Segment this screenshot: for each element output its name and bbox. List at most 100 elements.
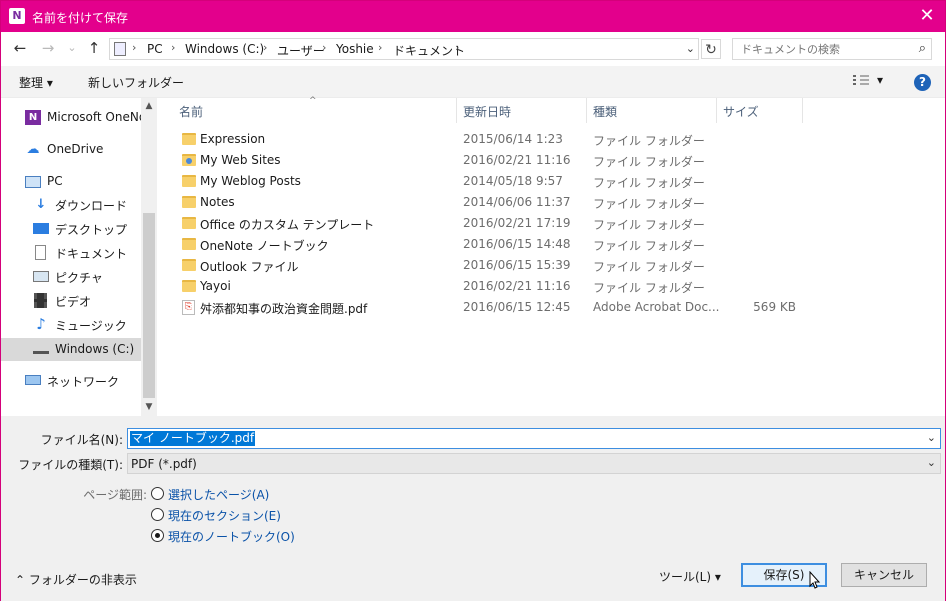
filetype-value: PDF (*.pdf) — [131, 457, 197, 471]
command-toolbar: 整理 ▾ 新しいフォルダー ▾ ? — [1, 66, 945, 98]
radio-circle-checked[interactable] — [151, 529, 164, 542]
videos-icon — [34, 293, 47, 308]
recent-locations-chevron-icon[interactable]: ⌄ — [63, 39, 81, 57]
chevron-right-icon: › — [455, 41, 460, 54]
file-type: ファイル フォルダー — [593, 176, 705, 190]
sidebar-item-onedrive[interactable]: ☁ OneDrive — [1, 138, 141, 161]
column-header-name[interactable]: 名前 — [173, 98, 457, 123]
location-icon — [114, 42, 126, 56]
file-list: ^ 名前 更新日時 種類 サイズ Expression 2015/06/14 1… — [157, 96, 945, 416]
web-folder-icon — [182, 154, 196, 166]
sidebar-item-pictures[interactable]: ピクチャ — [1, 265, 141, 288]
sidebar-item-downloads[interactable]: ↓ ダウンロード — [1, 193, 141, 216]
radio-label: 現在のノートブック(O) — [168, 530, 295, 544]
column-header-label: サイズ — [723, 105, 759, 119]
filename-dropdown-icon[interactable]: ⌄ — [927, 431, 936, 444]
table-row[interactable]: Notes 2014/06/06 11:37 ファイル フォルダー — [157, 192, 945, 213]
file-type: Adobe Acrobat Doc... — [593, 300, 720, 314]
view-dropdown-icon[interactable]: ▾ — [877, 73, 883, 87]
table-row[interactable]: My Web Sites 2016/02/21 11:16 ファイル フォルダー — [157, 150, 945, 171]
column-header-type[interactable]: 種類 — [587, 98, 717, 123]
table-row[interactable]: My Weblog Posts 2014/05/18 9:57 ファイル フォル… — [157, 171, 945, 192]
network-icon — [25, 375, 41, 385]
scroll-down-icon[interactable]: ▼ — [141, 399, 157, 416]
refresh-icon[interactable]: ↻ — [701, 39, 721, 59]
view-options-icon[interactable] — [853, 75, 869, 88]
tools-dropdown[interactable]: ツール(L) ▾ — [659, 568, 721, 585]
filetype-label: ファイルの種類(T): — [18, 458, 123, 472]
navigation-bar: ← → ⌄ ↑ › PC › Windows (C:) › ユーザー › Yos… — [1, 32, 945, 66]
sidebar-item-desktop[interactable]: デスクトップ — [1, 217, 141, 240]
sidebar-item-label: ダウンロード — [55, 199, 128, 213]
sidebar-item-documents[interactable]: ドキュメント — [1, 241, 141, 264]
column-header-size[interactable]: サイズ — [717, 98, 803, 123]
column-header-modified[interactable]: 更新日時 — [457, 98, 587, 123]
folder-icon — [182, 133, 196, 145]
radio-circle[interactable] — [151, 508, 164, 521]
file-name: Office のカスタム テンプレート — [200, 218, 375, 232]
forward-arrow-icon[interactable]: → — [39, 39, 57, 57]
sidebar-item-windows-c[interactable]: Windows (C:) — [1, 338, 141, 361]
file-type: ファイル フォルダー — [593, 260, 705, 274]
filename-field[interactable]: マイ ノートブック.pdf ⌄ — [127, 428, 941, 449]
title-bar: N 名前を付けて保存 ✕ — [1, 1, 945, 32]
file-type: ファイル フォルダー — [593, 155, 705, 169]
navigation-pane: N Microsoft OneNote ☁ OneDrive PC ↓ ダウンロ… — [1, 98, 157, 416]
folder-icon — [182, 259, 196, 271]
column-header-label: 種類 — [593, 105, 618, 119]
sidebar-item-network[interactable]: ネットワーク — [1, 369, 141, 392]
file-modified: 2016/02/21 17:19 — [463, 216, 571, 230]
sidebar-item-videos[interactable]: ビデオ — [1, 289, 141, 312]
music-icon: ♪ — [36, 315, 46, 333]
file-name: OneNote ノートブック — [200, 239, 329, 253]
sidebar-item-pc[interactable]: PC — [1, 170, 141, 193]
address-bar[interactable]: › PC › Windows (C:) › ユーザー › Yoshie › ドキ… — [109, 38, 699, 60]
radio-circle[interactable] — [151, 487, 164, 500]
breadcrumb-yoshie[interactable]: Yoshie — [336, 42, 374, 56]
folder-icon — [182, 196, 196, 208]
back-arrow-icon[interactable]: ← — [11, 39, 29, 57]
file-name: 舛添都知事の政治資金問題.pdf — [200, 302, 368, 316]
close-icon[interactable]: ✕ — [915, 5, 939, 27]
file-name: My Weblog Posts — [200, 174, 301, 188]
folder-icon — [182, 217, 196, 229]
table-row[interactable]: Outlook ファイル 2016/06/15 15:39 ファイル フォルダー — [157, 255, 945, 276]
search-box[interactable]: ⌕ — [732, 38, 932, 60]
file-modified: 2014/05/18 9:57 — [463, 174, 563, 188]
breadcrumb-windows-c[interactable]: Windows (C:) — [185, 42, 264, 56]
up-arrow-icon[interactable]: ↑ — [85, 39, 103, 57]
file-type: ファイル フォルダー — [593, 218, 705, 232]
onenote-app-icon: N — [9, 8, 25, 24]
scroll-up-icon[interactable]: ▲ — [141, 98, 157, 115]
chevron-right-icon: › — [263, 41, 268, 54]
cancel-button[interactable]: キャンセル — [841, 563, 927, 587]
sidebar-item-music[interactable]: ♪ ミュージック — [1, 313, 141, 336]
new-folder-button[interactable]: 新しいフォルダー — [88, 74, 184, 91]
table-row[interactable]: Yayoi 2016/02/21 11:16 ファイル フォルダー — [157, 276, 945, 297]
help-icon[interactable]: ? — [914, 74, 931, 91]
organize-button[interactable]: 整理 ▾ — [19, 74, 53, 91]
folder-icon — [182, 238, 196, 250]
table-row[interactable]: Expression 2015/06/14 1:23 ファイル フォルダー — [157, 129, 945, 150]
filename-input[interactable]: マイ ノートブック.pdf — [130, 431, 256, 446]
filetype-select[interactable]: PDF (*.pdf) ⌄ — [127, 453, 941, 474]
address-dropdown-icon[interactable]: ⌄ — [686, 42, 695, 55]
folder-icon — [182, 280, 196, 292]
chevron-right-icon: › — [132, 41, 137, 54]
chevron-right-icon: › — [378, 41, 383, 54]
scrollbar-thumb[interactable] — [143, 213, 155, 398]
search-icon[interactable]: ⌕ — [919, 41, 926, 56]
sidebar-item-onenote[interactable]: N Microsoft OneNote — [1, 106, 157, 129]
search-input[interactable] — [733, 39, 909, 59]
hide-folders-button[interactable]: ⌃ フォルダーの非表示 — [15, 571, 137, 588]
table-row[interactable]: Office のカスタム テンプレート 2016/02/21 17:19 ファイ… — [157, 213, 945, 234]
breadcrumb-pc[interactable]: PC — [147, 42, 163, 56]
navigation-scrollbar[interactable]: ▲ ▼ — [141, 98, 157, 416]
breadcrumb-users[interactable]: ユーザー — [277, 42, 325, 59]
pdf-icon: ⎘ — [182, 300, 195, 315]
table-row[interactable]: OneNote ノートブック 2016/06/15 14:48 ファイル フォル… — [157, 234, 945, 255]
filetype-dropdown-icon[interactable]: ⌄ — [927, 456, 936, 469]
table-row[interactable]: ⎘ 舛添都知事の政治資金問題.pdf 2016/06/15 12:45 Adob… — [157, 297, 945, 318]
column-header-label: 名前 — [179, 105, 204, 119]
filename-label: ファイル名(N): — [40, 433, 123, 447]
